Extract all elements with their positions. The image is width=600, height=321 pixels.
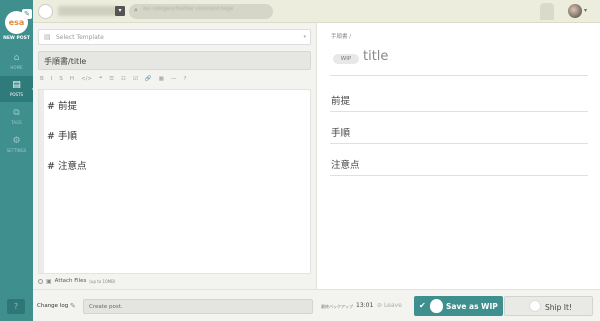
italic-button[interactable]: I — [51, 76, 53, 82]
check-icon: ✔ — [419, 301, 426, 310]
nav-tags[interactable]: ⧉ TAGS — [0, 108, 33, 128]
body-line: # 手順 — [47, 131, 77, 142]
preview-heading: 注意点 — [331, 160, 360, 171]
changelog-label: Change log — [37, 303, 69, 309]
editor-pane: ▤ Select Template ▾ 手順書/title B I S H </… — [33, 23, 317, 289]
nav-posts[interactable]: ▤ POSTS — [0, 76, 37, 102]
side-nav: esa ✎ NEW POST ⌂ HOME ▤ POSTS ⧉ TAGS ⚙ S… — [0, 0, 37, 321]
help-button[interactable]: ? — [7, 299, 25, 314]
divider — [330, 75, 588, 76]
pencil-icon: ✎ — [70, 302, 76, 310]
preview-title: title — [363, 49, 389, 64]
team-dropdown-button[interactable]: ▾ — [115, 6, 125, 16]
code-button[interactable]: </> — [81, 76, 92, 82]
title-input[interactable]: 手順書/title — [38, 51, 311, 70]
top-bar: ▾ ⌕ ex) category:foo/bar comment:hoge ▾ — [33, 0, 600, 23]
gear-icon: ⚙ — [12, 136, 21, 146]
home-icon: ⌂ — [13, 53, 20, 63]
nav-home[interactable]: ⌂ HOME — [0, 53, 33, 73]
help-icon[interactable]: ? — [183, 76, 186, 82]
body-line: # 注意点 — [47, 161, 87, 172]
body-textarea[interactable]: # 前提 # 手順 # 注意点 — [38, 89, 311, 274]
body-line: # 前提 — [47, 101, 77, 112]
preview-pane: 手順書 / WIP title 前提 手順 注意点 — [318, 23, 600, 289]
template-icon: ▤ — [44, 33, 51, 41]
egg-icon — [430, 299, 443, 313]
quote-button[interactable]: ❝ — [99, 76, 102, 82]
changelog-input[interactable]: Create post. — [83, 299, 313, 314]
divider — [330, 111, 588, 112]
attach-radio[interactable] — [38, 278, 43, 284]
document-icon: ▤ — [12, 80, 21, 90]
bottom-bar: Change log ✎ Create post. 最終バックアップ 13:01… — [33, 289, 600, 321]
bullet-list-button[interactable]: ☰ — [109, 76, 114, 82]
table-button[interactable]: ▦ — [159, 76, 164, 82]
leave-button[interactable]: ⊘ Leave — [377, 302, 402, 309]
preview-heading: 手順 — [331, 128, 351, 139]
divider — [330, 175, 588, 176]
team-name-blurred[interactable] — [58, 6, 118, 16]
strike-button[interactable]: S — [59, 76, 63, 82]
template-select[interactable]: ▤ Select Template ▾ — [38, 29, 311, 45]
chevron-down-icon: ▾ — [303, 34, 306, 40]
save-as-wip-button[interactable]: ✔ Save as WIP — [414, 296, 503, 316]
bird-icon — [529, 300, 541, 312]
image-icon: ▣ — [46, 277, 52, 285]
category-breadcrumb[interactable]: 手順書 / — [331, 32, 351, 40]
notification-tab[interactable] — [540, 3, 554, 20]
team-avatar[interactable] — [38, 4, 53, 19]
search-placeholder: ex) category:foo/bar comment:hoge — [143, 6, 234, 12]
nav-settings[interactable]: ⚙ SETTINGS — [0, 136, 33, 156]
format-toolbar: B I S H </> ❝ ☰ ☷ ☑ 🔗 ▦ — ? — [38, 74, 311, 84]
link-button[interactable]: 🔗 — [145, 76, 152, 82]
ship-it-button[interactable]: Ship It! — [504, 296, 593, 316]
task-list-button[interactable]: ☑ — [133, 76, 138, 82]
pencil-icon[interactable]: ✎ — [22, 9, 32, 19]
bold-button[interactable]: B — [40, 76, 44, 82]
numbered-list-button[interactable]: ☷ — [121, 76, 126, 82]
attach-files[interactable]: ▣ Attach Files (up to 10MB) — [38, 276, 115, 286]
backup-label: 最終バックアップ — [321, 304, 353, 309]
editor-gutter — [39, 90, 44, 273]
new-post-label[interactable]: NEW POST — [0, 36, 33, 41]
divider — [330, 143, 588, 144]
heading-button[interactable]: H — [70, 76, 74, 82]
user-menu-caret[interactable]: ▾ — [584, 7, 587, 14]
user-avatar[interactable] — [568, 4, 582, 18]
wip-badge: WIP — [333, 54, 359, 64]
tag-icon: ⧉ — [13, 108, 20, 118]
backup-time: 13:01 — [356, 302, 374, 309]
hr-button[interactable]: — — [171, 76, 177, 82]
search-icon: ⌕ — [134, 6, 138, 14]
preview-heading: 前提 — [331, 96, 351, 107]
